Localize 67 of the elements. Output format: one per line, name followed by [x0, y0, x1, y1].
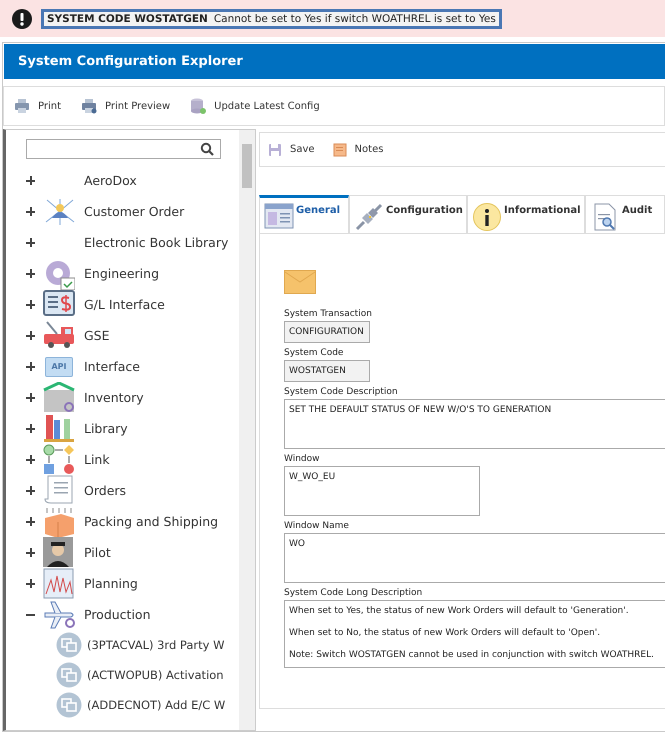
tree-item[interactable]: Pilot — [84, 545, 111, 560]
api-icon: API — [45, 356, 73, 376]
pilot-avatar-icon — [43, 536, 75, 568]
text-area[interactable] — [284, 600, 665, 668]
toolbar-button[interactable]: Print Preview — [79, 96, 172, 116]
printer-icon — [14, 98, 30, 114]
field-label: System Code Description — [284, 387, 398, 397]
alert-text: Cannot be set to Yes if switch WOATHREL is set to Yes — [214, 12, 496, 24]
chart-icon — [43, 568, 75, 600]
tree-item[interactable]: Inventory — [84, 390, 144, 405]
search-field[interactable] — [26, 139, 221, 159]
scrollbar[interactable] — [239, 130, 255, 730]
tree-item[interactable]: Production — [84, 607, 151, 622]
print-preview-icon — [81, 98, 98, 114]
tree-item[interactable]: Interface — [84, 359, 140, 374]
tree-item[interactable]: G/L Interface — [84, 297, 165, 312]
alert-code: SYSTEM CODE WOSTATGEN — [47, 12, 208, 24]
tree-item[interactable]: Link — [84, 452, 110, 467]
toolbar-button[interactable]: Print — [12, 96, 64, 116]
tree-item[interactable]: Engineering — [84, 266, 159, 281]
tree-item[interactable]: Planning — [84, 576, 138, 591]
paragraph: Note: Switch WOSTATGEN cannot be used in conjunction with switch WOATHREL. — [289, 650, 655, 660]
tree-item[interactable]: AeroDox — [84, 173, 137, 188]
warehouse-icon — [43, 382, 75, 414]
field-label: Window Name — [284, 521, 349, 531]
tree-item[interactable]: Packing and Shipping — [84, 514, 218, 529]
tree-item[interactable]: GSE — [84, 328, 110, 343]
tab[interactable]: General — [259, 195, 349, 233]
toolbar-button[interactable]: Save — [266, 140, 317, 158]
paragraph: When set to Yes, the status of new Work Orders will default to 'Generation'. — [289, 606, 630, 616]
windows-icon — [56, 632, 82, 658]
windows-icon — [56, 692, 82, 718]
books-icon — [43, 412, 75, 444]
envelope-icon — [284, 270, 316, 294]
field-label: System Code — [284, 348, 344, 358]
info-icon — [472, 202, 502, 232]
tab[interactable]: Informational — [467, 195, 585, 233]
tab[interactable]: Configuration — [349, 195, 467, 233]
document-icon — [43, 474, 75, 506]
tree-item[interactable]: (ADDECNOT) Add E/C W — [87, 698, 226, 712]
text-field[interactable]: CONFIGURATION — [284, 321, 370, 343]
tree-item[interactable]: Library — [84, 421, 128, 436]
field-label: Window — [284, 454, 320, 464]
tab[interactable]: Audit — [585, 195, 665, 233]
search-icon — [200, 142, 214, 156]
text-field[interactable]: SET THE DEFAULT STATUS OF NEW W/O'S TO GENERATION — [284, 399, 665, 449]
tree-item[interactable]: (ACTWOPUB) Activation — [87, 668, 224, 682]
toolbar-button[interactable]: Update Latest Config — [188, 96, 322, 116]
text-field[interactable]: W_WO_EU — [284, 466, 480, 516]
plug-icon — [354, 202, 384, 232]
box-icon — [43, 506, 75, 538]
field-label: System Transaction — [284, 309, 372, 319]
tree-item[interactable]: Orders — [84, 483, 126, 498]
toolbar-button[interactable]: Notes — [330, 140, 386, 158]
window-title: System Configuration Explorer — [18, 54, 243, 69]
alert-icon — [11, 8, 33, 30]
flowchart-icon — [43, 444, 75, 476]
field-label: System Code Long Description — [284, 588, 422, 598]
paragraph: When set to No, the status of new Work Orders will default to 'Open'. — [289, 628, 602, 638]
windows-icon — [56, 662, 82, 688]
database-icon — [190, 98, 206, 114]
note-icon — [332, 142, 347, 156]
text-field[interactable]: WOSTATGEN — [284, 360, 370, 382]
tree-item[interactable]: (3PTACVAL) 3rd Party W — [87, 638, 224, 652]
text-field[interactable]: WO — [284, 533, 665, 583]
tree-item[interactable]: Electronic Book Library — [84, 235, 228, 250]
tree-item[interactable]: Customer Order — [84, 204, 184, 219]
